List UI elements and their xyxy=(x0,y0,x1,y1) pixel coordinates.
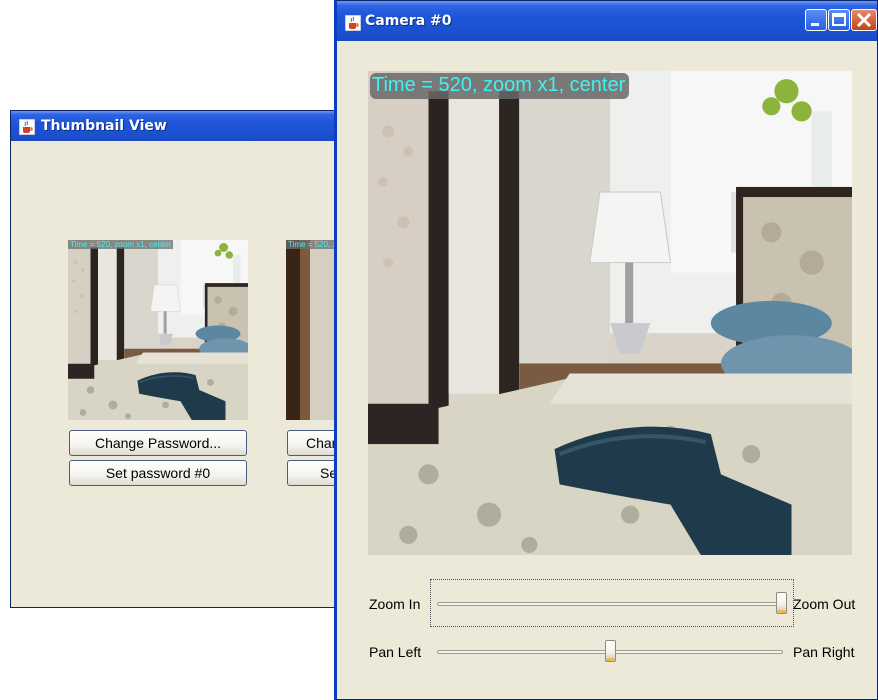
java-coffee-cup-icon xyxy=(18,118,36,136)
camera-window: Camera #0 Time = 520, zoom x1, center Zo… xyxy=(334,0,878,700)
camera-overlay-text: Time = 520, zoom x1, center xyxy=(370,73,630,99)
thumbnail-window: Thumbnail View Time = 520, zoom x1, cent… xyxy=(10,110,466,608)
thumbnail-window-title: Thumbnail View xyxy=(41,118,167,134)
camera-view[interactable]: Time = 520, zoom x1, center xyxy=(368,71,852,555)
zoom-in-label: Zoom In xyxy=(369,596,421,612)
zoom-slider-thumb[interactable] xyxy=(776,592,787,614)
camera-thumbnail-0[interactable]: Time = 520, zoom x1, center xyxy=(68,240,248,420)
camera-image xyxy=(368,71,852,555)
camera-titlebar[interactable]: Camera #0 xyxy=(337,1,877,41)
maximize-button[interactable] xyxy=(828,9,850,31)
zoom-slider-track[interactable] xyxy=(437,602,787,606)
java-coffee-cup-icon xyxy=(344,14,362,32)
pan-right-label: Pan Right xyxy=(793,644,855,660)
pan-slider-thumb[interactable] xyxy=(604,640,616,662)
maximize-icon xyxy=(832,13,846,26)
set-password-button[interactable]: Set password #0 xyxy=(69,460,247,486)
change-password-button[interactable]: Change Password... xyxy=(69,430,247,456)
camera-thumbnail-image xyxy=(68,240,248,420)
close-button[interactable] xyxy=(851,9,877,31)
camera-window-title: Camera #0 xyxy=(365,13,452,29)
zoom-out-label: Zoom Out xyxy=(793,596,856,612)
minimize-icon xyxy=(811,23,819,26)
thumbnail-titlebar[interactable]: Thumbnail View xyxy=(11,111,339,141)
pan-left-label: Pan Left xyxy=(369,644,422,660)
close-icon xyxy=(856,12,872,28)
minimize-button[interactable] xyxy=(805,9,827,31)
thumbnail-caption: Time = 520, zoom x1, center xyxy=(68,240,174,249)
